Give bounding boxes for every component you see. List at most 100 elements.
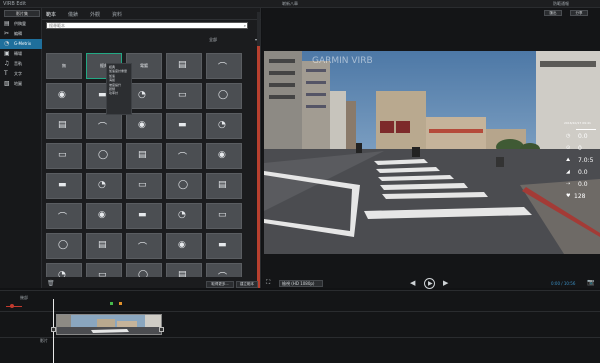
- clip-start-handle[interactable]: [51, 327, 56, 332]
- gallery-scrollbar-thumb[interactable]: [257, 46, 260, 288]
- next-icon[interactable]: ▶: [443, 279, 448, 287]
- speed-icon: ◷: [566, 133, 571, 139]
- search-input[interactable]: 搜尋範本 ⌕: [46, 22, 248, 29]
- gauge-preview-icon: ▭: [98, 270, 107, 277]
- play-button[interactable]: ▶: [424, 278, 435, 289]
- template-tile[interactable]: ⌒: [206, 53, 242, 79]
- template-tile[interactable]: ▬: [126, 203, 162, 229]
- template-tile[interactable]: ▬: [46, 173, 82, 199]
- menu-item[interactable]: 功率計: [109, 91, 129, 95]
- template-tile[interactable]: ◉: [166, 233, 202, 259]
- template-tile[interactable]: ▤: [166, 263, 202, 277]
- fullscreen-icon[interactable]: ⛶: [266, 279, 270, 287]
- overlay-divider: [576, 129, 596, 130]
- template-tile[interactable]: ◔: [206, 113, 242, 139]
- trash-icon[interactable]: 🗑: [47, 280, 55, 287]
- text-icon: T: [4, 70, 8, 77]
- template-tile[interactable]: ◯: [46, 233, 82, 259]
- nav-item-map[interactable]: ▧ 地圖: [0, 79, 42, 89]
- template-tile[interactable]: ◯: [86, 143, 122, 169]
- gmetrix-overlay: 2016/10/17 09:41 ◷ 0.0 ⊙ 0 ⛰ 7.0:5 ◢ 0.0…: [564, 121, 600, 251]
- search-icon[interactable]: ⌕: [244, 23, 246, 28]
- nav-header-button[interactable]: 影片集: [4, 10, 40, 17]
- template-tile[interactable]: ◔: [86, 173, 122, 199]
- titlebar-right-label[interactable]: 防範通報: [553, 1, 569, 7]
- distance-value: 0.0: [578, 181, 588, 188]
- nav-item-gmetrix[interactable]: ◔ G-Metrix: [0, 39, 42, 49]
- template-tile-label: 電鍍: [140, 63, 148, 68]
- track-label-bottom: 影片: [40, 338, 48, 343]
- template-tile[interactable]: ◯: [126, 263, 162, 277]
- create-template-button[interactable]: 建立範本: [236, 281, 258, 288]
- camera-icon[interactable]: 📷: [587, 279, 594, 286]
- filter-dropdown[interactable]: 全部 ▾: [209, 36, 257, 43]
- template-tile[interactable]: ▤: [206, 173, 242, 199]
- template-tile[interactable]: ▭: [86, 263, 122, 277]
- tab-gauges[interactable]: 儀錶: [68, 11, 78, 18]
- music-icon: ♫: [4, 60, 10, 67]
- gauge-preview-icon: ▬: [58, 180, 67, 190]
- nav-item-film[interactable]: ▤ 供稿靈: [0, 19, 42, 29]
- template-tile[interactable]: ◯: [206, 83, 242, 109]
- gauge-preview-icon: ◯: [138, 270, 149, 277]
- template-tile[interactable]: ◉: [46, 83, 82, 109]
- volume-slider-knob[interactable]: [10, 304, 14, 308]
- marker-orange[interactable]: [119, 302, 122, 305]
- template-tile[interactable]: ⌒: [86, 113, 122, 139]
- nav-item-text[interactable]: T 文字: [0, 69, 42, 79]
- template-tile[interactable]: ▤: [86, 233, 122, 259]
- template-tile[interactable]: ◉: [206, 143, 242, 169]
- nav-label: 供稿靈: [14, 21, 26, 26]
- template-tile[interactable]: 無: [46, 53, 82, 79]
- template-tile[interactable]: ▤: [46, 113, 82, 139]
- tab-appearance[interactable]: 外觀: [90, 11, 100, 18]
- template-tile[interactable]: ◉: [126, 113, 162, 139]
- app-title: VIRB Edit: [3, 1, 27, 7]
- gauge-preview-icon: ⌒: [58, 213, 68, 223]
- marker-green[interactable]: [110, 302, 113, 305]
- nav-item-transition[interactable]: ▣ 轉場: [0, 49, 42, 59]
- template-tile[interactable]: ▬: [206, 233, 242, 259]
- template-tile[interactable]: ◔: [46, 263, 82, 277]
- template-tile[interactable]: ▤: [166, 53, 202, 79]
- clip-end-handle[interactable]: [159, 327, 164, 332]
- template-tile[interactable]: ⌒: [126, 233, 162, 259]
- template-tile[interactable]: ◉: [86, 203, 122, 229]
- volume-slider[interactable]: [6, 306, 22, 307]
- gauge-preview-icon: ▬: [218, 240, 227, 250]
- video-preview[interactable]: GARMIN VIRB 2016/10/17 09:41 ◷ 0.0 ⊙ 0 ⛰…: [264, 51, 600, 254]
- template-tile[interactable]: ▬: [166, 113, 202, 139]
- template-tile[interactable]: ▭: [46, 143, 82, 169]
- template-tile[interactable]: ▭: [166, 83, 202, 109]
- template-tile[interactable]: ◔: [166, 203, 202, 229]
- gauge-preview-icon: ◔: [138, 90, 146, 100]
- tab-templates[interactable]: 範本: [46, 11, 56, 18]
- template-tile[interactable]: ⌒: [46, 203, 82, 229]
- gauge-preview-icon: ◔: [98, 180, 106, 190]
- nav-label: 編輯: [14, 31, 22, 36]
- distance-icon: ⇢: [566, 181, 571, 187]
- gauge-preview-icon: ▤: [218, 180, 227, 190]
- get-more-button[interactable]: 取得更多...: [206, 281, 234, 288]
- template-tile[interactable]: ◯: [166, 173, 202, 199]
- gauge-preview-icon: ▭: [218, 210, 227, 220]
- nav-label: 轉場: [14, 51, 22, 56]
- template-tile[interactable]: ⌒: [166, 143, 202, 169]
- gauge-preview-icon: ⌒: [98, 123, 108, 133]
- film-icon: ▤: [4, 20, 10, 27]
- quality-select[interactable]: 檢視 (HD 1080p): [279, 280, 323, 287]
- template-tile[interactable]: ⌒: [206, 263, 242, 277]
- street-scene-image: GARMIN VIRB: [264, 51, 600, 254]
- previous-icon[interactable]: ◀: [410, 279, 415, 287]
- gauge-preview-icon: ◯: [178, 180, 189, 190]
- nav-item-music[interactable]: ♫ 音軌: [0, 59, 42, 69]
- template-tile[interactable]: ▭: [206, 203, 242, 229]
- template-tile[interactable]: ▭: [126, 173, 162, 199]
- gauge-icon: ◔: [4, 40, 10, 47]
- video-clip[interactable]: [56, 314, 162, 335]
- export-button[interactable]: 匯出: [544, 10, 562, 16]
- nav-item-edit[interactable]: ✂ 編輯: [0, 29, 42, 39]
- template-tile[interactable]: ▤: [126, 143, 162, 169]
- tab-data[interactable]: 資料: [112, 11, 122, 18]
- share-button[interactable]: 分享: [570, 10, 588, 16]
